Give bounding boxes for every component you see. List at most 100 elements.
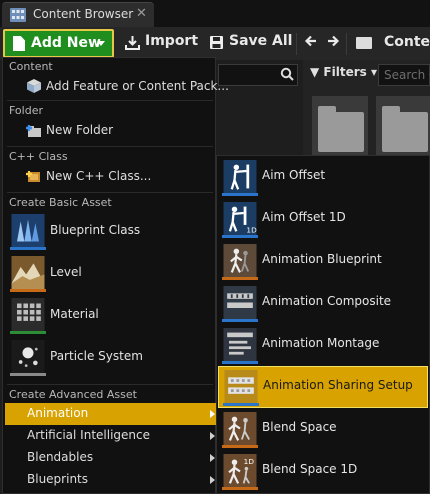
path-search-box[interactable] xyxy=(218,64,298,86)
submenu-animation[interactable]: Animation xyxy=(5,403,217,425)
close-icon[interactable]: ✕ xyxy=(136,6,147,21)
animation-composite-item[interactable]: Animation Composite xyxy=(218,283,428,323)
menu-header-basic-asset: Create Basic Asset xyxy=(9,196,112,209)
aim-offset-item[interactable]: Aim Offset xyxy=(218,157,428,197)
add-new-menu: Content Add Feature or Content Pack... F… xyxy=(2,57,229,494)
new-folder-item[interactable]: New Folder xyxy=(3,119,215,143)
svg-text:1D: 1D xyxy=(246,225,257,234)
animation-blueprint-item[interactable]: Animation Blueprint xyxy=(218,241,428,281)
back-arrow-icon[interactable] xyxy=(304,33,318,52)
animation-composite-label: Animation Composite xyxy=(262,294,392,308)
new-folder-icon xyxy=(26,125,41,137)
level-label: Level xyxy=(50,265,82,279)
content-browser-icon xyxy=(10,8,26,22)
folder-icon xyxy=(382,106,428,152)
animation-composite-icon xyxy=(222,286,258,322)
animation-sharing-setup-label: Animation Sharing Setup xyxy=(263,378,413,392)
svg-text:1D: 1D xyxy=(244,457,255,466)
blend-space-item[interactable]: Blend Space xyxy=(218,409,428,449)
level-icon xyxy=(10,256,46,292)
material-icon xyxy=(10,298,46,334)
animation-blueprint-icon xyxy=(222,244,258,280)
animation-sharing-setup-item[interactable]: Animation Sharing Setup xyxy=(218,366,428,408)
chevron-right-icon xyxy=(210,432,215,440)
menu-header-content: Content xyxy=(9,60,53,73)
chevron-down-icon: ▾ xyxy=(366,65,377,79)
folder-tile[interactable] xyxy=(312,96,368,158)
toolbar-divider xyxy=(346,33,347,55)
cpp-class-icon xyxy=(26,171,40,182)
animation-sharing-setup-icon xyxy=(223,370,259,406)
chevron-right-icon xyxy=(210,476,215,484)
submenu-blendables[interactable]: Blendables xyxy=(5,447,217,469)
blend-space-1d-item[interactable]: 1D Blend Space 1D xyxy=(218,451,428,491)
particle-system-item[interactable]: Particle System xyxy=(7,339,219,379)
import-label: Import xyxy=(145,33,199,49)
blueprints-label: Blueprints xyxy=(27,472,89,486)
chevron-down-icon xyxy=(97,41,105,46)
blend-space-1d-label: Blend Space 1D xyxy=(262,462,358,476)
submenu-artificial-intelligence[interactable]: Artificial Intelligence xyxy=(5,425,217,447)
new-cpp-class-item[interactable]: New C++ Class... xyxy=(3,165,215,189)
import-icon xyxy=(125,36,140,50)
filter-icon: ▼ xyxy=(310,65,324,79)
level-item[interactable]: Level xyxy=(7,255,219,295)
new-cpp-class-label: New C++ Class... xyxy=(46,169,152,183)
breadcrumb-content: Content xyxy=(384,34,430,50)
chevron-right-icon xyxy=(210,454,215,462)
animation-montage-label: Animation Montage xyxy=(262,336,380,350)
add-feature-label: Add Feature or Content Pack... xyxy=(46,79,229,93)
chevron-right-icon xyxy=(210,410,215,418)
aim-offset-1d-icon: 1D xyxy=(222,202,258,238)
save-all-button[interactable]: Save All xyxy=(209,33,293,55)
cube-icon xyxy=(27,79,41,93)
menu-header-advanced-asset: Create Advanced Asset xyxy=(9,388,137,401)
blend-space-icon xyxy=(222,412,258,448)
animation-blueprint-label: Animation Blueprint xyxy=(262,252,382,266)
add-new-button[interactable]: Add New xyxy=(3,29,114,58)
animation-montage-item[interactable]: Animation Montage xyxy=(218,325,428,365)
folder-icon xyxy=(356,37,372,49)
submenu-blueprints[interactable]: Blueprints xyxy=(5,469,217,491)
animation-label: Animation xyxy=(27,406,89,420)
tab-bar: Content Browser ✕ xyxy=(0,0,430,27)
menu-separator xyxy=(7,100,213,101)
filters-label: Filters xyxy=(323,65,367,79)
tab-content-browser[interactable]: Content Browser ✕ xyxy=(2,2,154,27)
new-folder-label: New Folder xyxy=(46,123,114,137)
blueprint-class-label: Blueprint Class xyxy=(50,223,141,237)
search-icon xyxy=(280,67,294,81)
folder-icon xyxy=(318,106,364,152)
filters-button[interactable]: ▼ Filters ▾ xyxy=(310,65,377,79)
add-feature-item[interactable]: Add Feature or Content Pack... xyxy=(3,75,229,99)
blend-space-label: Blend Space xyxy=(262,420,337,434)
blend-space-1d-icon: 1D xyxy=(222,454,258,490)
menu-header-folder: Folder xyxy=(9,104,43,117)
save-all-label: Save All xyxy=(229,33,293,49)
blueprint-class-item[interactable]: Blueprint Class xyxy=(7,213,219,253)
material-item[interactable]: Material xyxy=(7,297,219,337)
new-document-icon xyxy=(13,36,25,51)
toolbar-divider xyxy=(296,33,297,55)
animation-montage-icon xyxy=(222,328,258,364)
asset-search-input[interactable]: Search Co xyxy=(378,64,430,86)
forward-arrow-icon[interactable] xyxy=(326,33,340,52)
artificial-intelligence-label: Artificial Intelligence xyxy=(27,428,150,442)
import-button[interactable]: Import xyxy=(125,33,199,55)
add-new-label: Add New xyxy=(31,35,101,51)
menu-header-cpp: C++ Class xyxy=(9,150,68,163)
aim-offset-1d-item[interactable]: 1D Aim Offset 1D xyxy=(218,199,428,239)
menu-separator xyxy=(7,384,213,385)
folder-tile[interactable] xyxy=(376,96,430,158)
particle-system-label: Particle System xyxy=(50,349,143,363)
asset-search-placeholder: Search Co xyxy=(384,68,430,82)
save-icon xyxy=(210,36,223,49)
menu-separator xyxy=(7,192,213,193)
blendables-label: Blendables xyxy=(27,450,94,464)
menu-separator xyxy=(7,146,213,147)
material-label: Material xyxy=(50,307,99,321)
aim-offset-label: Aim Offset xyxy=(262,168,326,182)
toolbar: Add New Import Save All Content xyxy=(0,27,430,60)
aim-offset-1d-label: Aim Offset 1D xyxy=(262,210,346,224)
breadcrumb[interactable]: Content xyxy=(356,33,430,55)
